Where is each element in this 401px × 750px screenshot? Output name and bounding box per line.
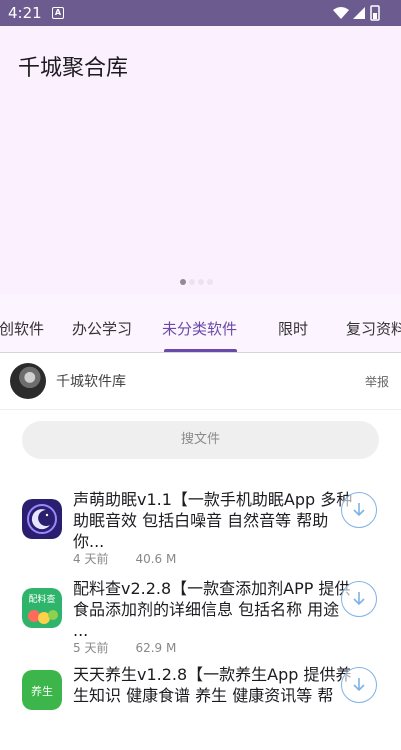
- item-date: 5 天前: [73, 641, 109, 655]
- item-meta: 5 天前 62.9 M: [73, 639, 203, 656]
- item-meta: 4 天前 40.6 M: [73, 550, 203, 567]
- svg-text:配料查: 配料查: [28, 593, 55, 605]
- tab-review-materials[interactable]: 复习资料: [346, 318, 401, 339]
- wifi-icon: [333, 7, 349, 19]
- download-button[interactable]: [341, 667, 377, 703]
- download-button[interactable]: [341, 581, 377, 617]
- svg-text:养生: 养生: [31, 684, 53, 698]
- download-icon: [353, 592, 365, 606]
- notification-icon: A: [52, 7, 64, 19]
- item-date: 4 天前: [73, 552, 109, 566]
- search-input[interactable]: 搜文件: [22, 421, 379, 459]
- tab-indicator: [164, 349, 237, 352]
- signal-icon: [353, 7, 365, 19]
- tab-uncategorized[interactable]: 未分类软件: [162, 318, 237, 339]
- health-icon: 养生: [22, 670, 62, 710]
- page-title: 千城聚合库: [18, 56, 129, 81]
- avatar[interactable]: [10, 363, 46, 399]
- carousel-dot[interactable]: [198, 279, 204, 285]
- tab-limited[interactable]: 限时: [278, 318, 308, 339]
- download-button[interactable]: [341, 492, 377, 528]
- item-size: 40.6 M: [135, 552, 177, 566]
- moon-icon: [22, 499, 62, 539]
- tab-office-study[interactable]: 办公学习: [72, 318, 132, 339]
- author-row[interactable]: 千城软件库 举报: [0, 353, 401, 410]
- status-time: 4:21: [8, 4, 42, 22]
- category-tabs: 创软件 办公学习 未分类软件 限时 复习资料: [0, 294, 401, 353]
- report-button[interactable]: 举报: [365, 373, 389, 390]
- carousel-dots: [180, 270, 216, 289]
- author-name[interactable]: 千城软件库: [56, 371, 126, 391]
- status-bar: 4:21 A: [0, 0, 401, 26]
- list-item[interactable]: 声萌助眠v1.1【一款手机助眠App 多种助眠音效 包括白噪音 自然音等 帮助你…: [0, 487, 401, 575]
- carousel-dot[interactable]: [189, 279, 195, 285]
- item-title: 配料查v2.2.8【一款查添加剂APP 提供食品添加剂的详细信息 包括名称 用途…: [73, 579, 351, 640]
- download-icon: [353, 678, 365, 692]
- item-size: 62.9 M: [135, 641, 177, 655]
- item-title: 声萌助眠v1.1【一款手机助眠App 多种助眠音效 包括白噪音 自然音等 帮助你…: [73, 490, 353, 551]
- list-item[interactable]: 配料查 配料查v2.2.8【一款查添加剂APP 提供食品添加剂的详细信息 包括名…: [0, 576, 401, 664]
- tab-software[interactable]: 创软件: [0, 318, 44, 339]
- carousel-dot[interactable]: [207, 279, 213, 285]
- ingredient-check-icon: 配料查: [22, 588, 62, 628]
- list-item[interactable]: 养生 天天养生v1.2.8【一款养生App 提供养生知识 健康食谱 养生 健康资…: [0, 662, 401, 750]
- item-title: 天天养生v1.2.8【一款养生App 提供养生知识 健康食谱 养生 健康资讯等 …: [73, 665, 352, 705]
- header-banner: 千城聚合库: [0, 26, 401, 294]
- download-icon: [353, 503, 365, 517]
- system-status-icons: [333, 5, 380, 21]
- carousel-dot[interactable]: [180, 279, 186, 285]
